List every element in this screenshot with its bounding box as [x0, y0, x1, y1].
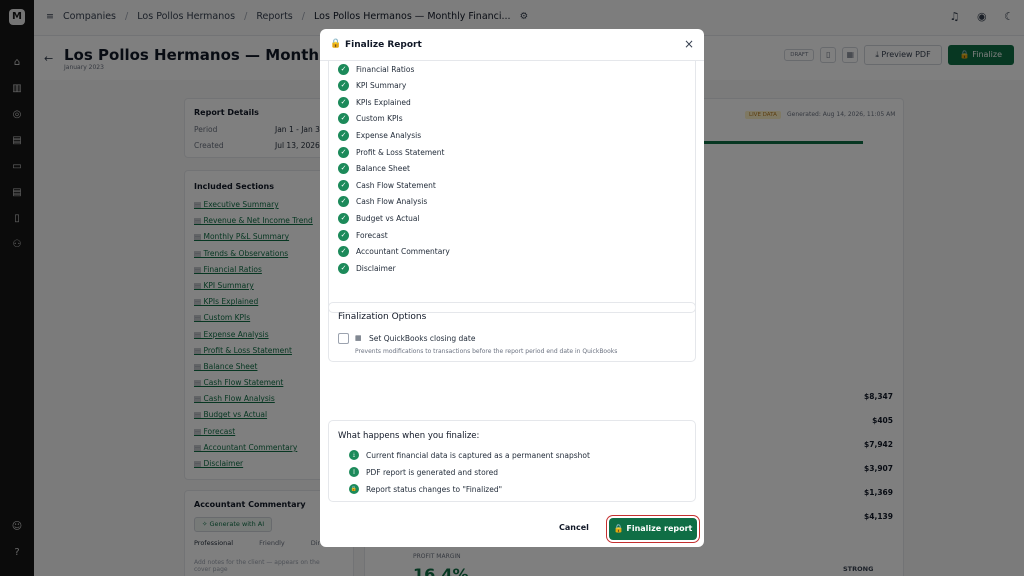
finalization-options: Finalization Options ▦ Set QuickBooks cl…	[328, 302, 696, 362]
section-label: Expense Analysis	[356, 130, 422, 140]
check-icon: ✓	[338, 146, 349, 158]
what-happens-text: Current financial data is captured as a …	[366, 450, 590, 460]
section-item: ✓ Cash Flow Statement	[338, 178, 436, 192]
check-icon: ✓	[338, 196, 349, 208]
dialog-title: Finalize Report	[345, 40, 422, 50]
check-icon: ✓	[338, 163, 349, 175]
check-icon: ✓	[338, 96, 349, 108]
finalize-report-label: Finalize report	[626, 524, 693, 533]
check-icon: ✓	[338, 179, 349, 191]
what-happens-item: ▯ PDF report is generated and stored	[349, 467, 498, 477]
what-happens-box: What happens when you finalize: ⤓ Current…	[328, 420, 696, 502]
check-icon: ✓	[338, 262, 349, 274]
section-label: Custom KPIs	[356, 114, 403, 124]
close-icon[interactable]: ×	[684, 37, 694, 51]
section-item: ✓ Budget vs Actual	[338, 211, 420, 225]
what-happens-item: ⤓ Current financial data is captured as a…	[349, 450, 590, 460]
pdf-icon: ▯	[349, 467, 359, 477]
section-item: ✓ Profit & Loss Statement	[338, 145, 444, 159]
section-item: ✓ Balance Sheet	[338, 162, 410, 176]
section-label: Cash Flow Statement	[356, 180, 436, 190]
section-label: Profit & Loss Statement	[356, 147, 445, 157]
section-label: Balance Sheet	[356, 164, 410, 174]
section-item: ✓ Accountant Commentary	[338, 245, 450, 259]
section-label: Disclaimer	[356, 263, 396, 273]
section-item: ✓ Financial Ratios	[338, 62, 414, 76]
finalize-report-dialog: 🔒 Finalize Report × ✓ Financial Ratios ✓ K…	[320, 29, 704, 547]
dialog-header: 🔒 Finalize Report ×	[320, 29, 704, 61]
sections-checklist[interactable]: ✓ Financial Ratios ✓ KPI Summary ✓ KPIs Exp…	[328, 61, 696, 313]
section-label: Accountant Commentary	[356, 247, 450, 257]
options-title: Finalization Options	[338, 312, 427, 322]
section-label: Financial Ratios	[356, 64, 415, 74]
section-label: Cash Flow Analysis	[356, 197, 428, 207]
section-item: ✓ Forecast	[338, 228, 388, 242]
check-icon: ✓	[338, 129, 349, 141]
section-item: ✓ Disclaimer	[338, 261, 396, 275]
what-happens-text: Report status changes to "Finalized"	[366, 484, 503, 494]
lock-icon: 🔒	[349, 484, 359, 494]
closing-date-checkbox[interactable]	[338, 333, 349, 344]
check-icon: ✓	[338, 229, 349, 241]
check-icon: ✓	[338, 80, 349, 92]
section-item: ✓ Expense Analysis	[338, 128, 421, 142]
section-label: Budget vs Actual	[356, 213, 420, 223]
what-happens-title: What happens when you finalize:	[338, 431, 480, 441]
section-label: KPIs Explained	[356, 97, 411, 107]
finalize-report-button[interactable]: 🔒 Finalize report	[609, 518, 697, 540]
what-happens-item: 🔒 Report status changes to "Finalized"	[349, 484, 502, 494]
lock-icon: 🔒	[330, 39, 342, 49]
section-item: ✓ Cash Flow Analysis	[338, 195, 427, 209]
cancel-button[interactable]: Cancel	[559, 523, 589, 532]
snapshot-icon: ⤓	[349, 450, 359, 460]
check-icon: ✓	[338, 246, 349, 258]
section-label: KPI Summary	[356, 81, 407, 91]
check-icon: ✓	[338, 113, 349, 125]
section-item: ✓ Custom KPIs	[338, 112, 403, 126]
what-happens-text: PDF report is generated and stored	[366, 467, 499, 477]
check-icon: ✓	[338, 212, 349, 224]
closing-date-label[interactable]: Set QuickBooks closing date	[369, 334, 475, 343]
calendar-icon: ▦	[355, 334, 362, 342]
section-item: ✓ KPIs Explained	[338, 95, 411, 109]
section-label: Forecast	[356, 230, 388, 240]
section-item: ✓ KPI Summary	[338, 79, 406, 93]
closing-date-description: Prevents modifications to transactions b…	[355, 348, 618, 355]
check-icon: ✓	[338, 63, 349, 75]
